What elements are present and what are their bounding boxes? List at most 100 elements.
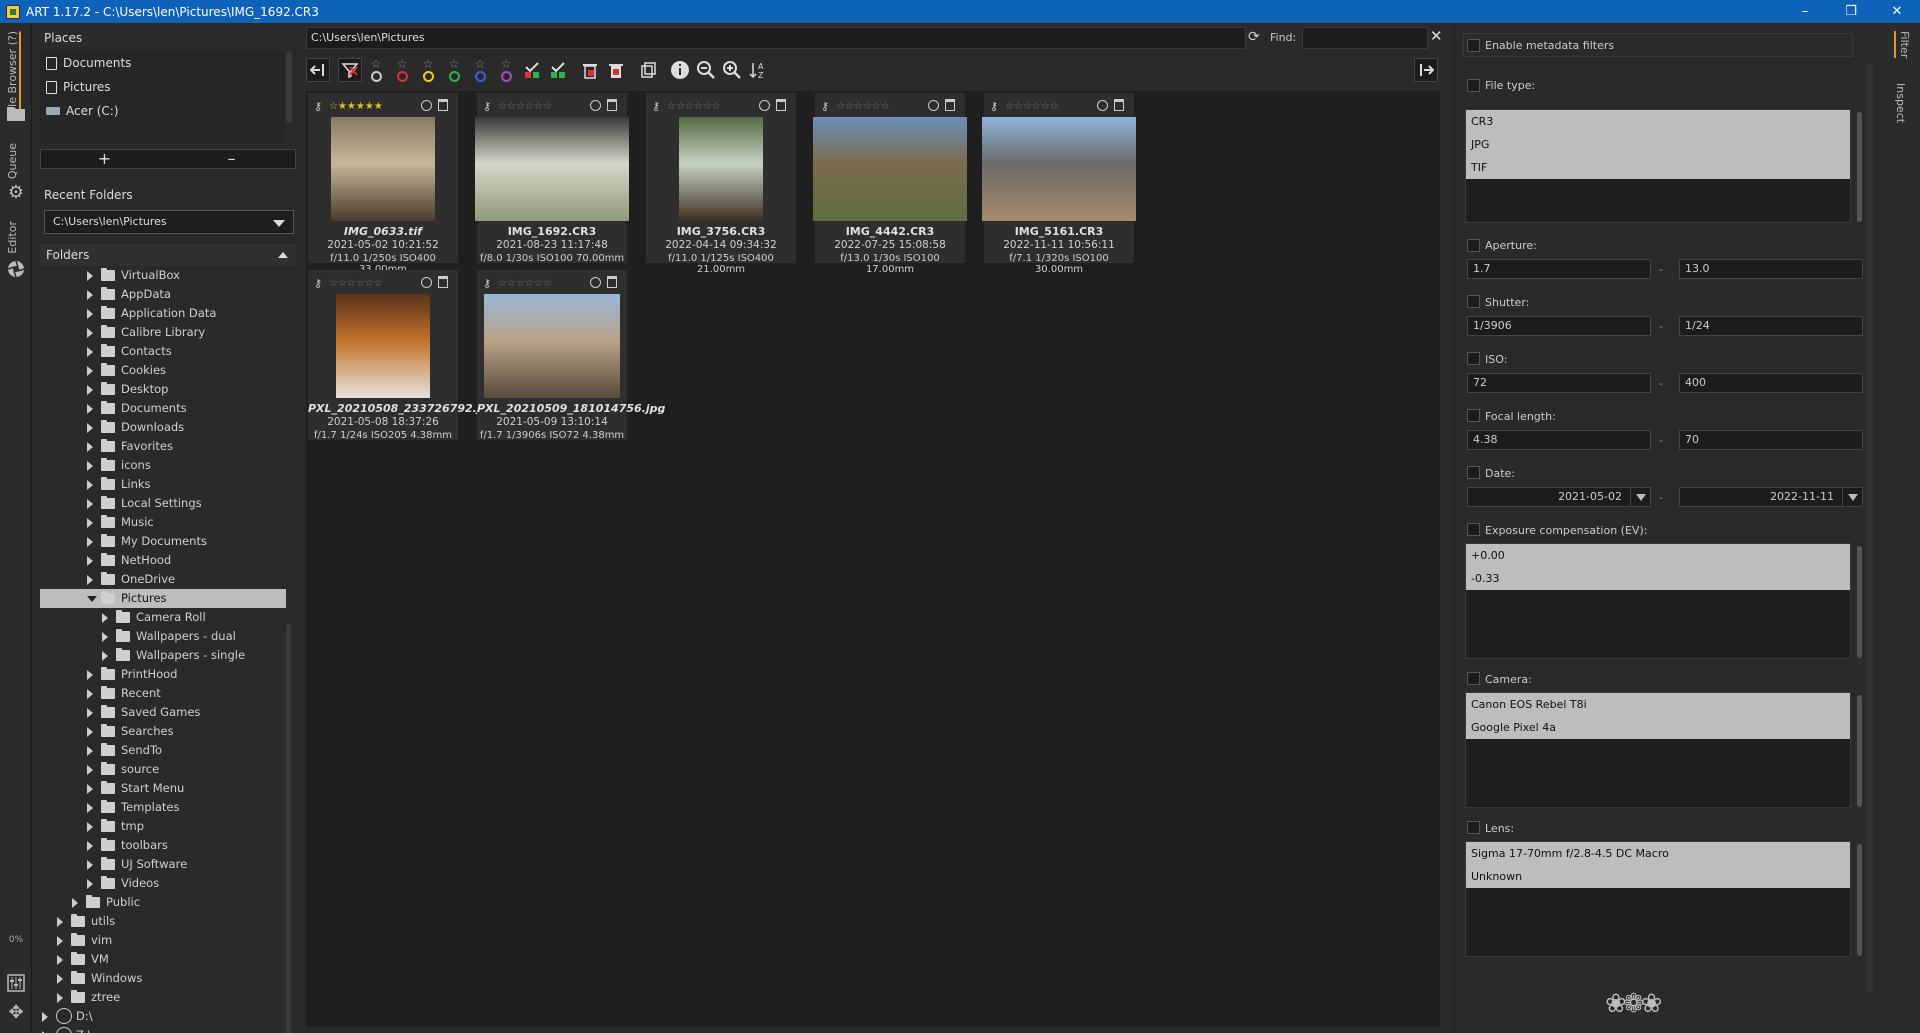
expand-arrow-icon[interactable] [87, 727, 93, 737]
expand-arrow-icon[interactable] [57, 917, 63, 927]
color-label-icon[interactable] [1097, 100, 1108, 111]
edit-state-icon[interactable]: ⚷ [483, 278, 494, 289]
folder-tree-item[interactable]: tmp [40, 817, 286, 836]
iso-min-input[interactable]: 72 [1467, 373, 1651, 393]
date-checkbox[interactable] [1467, 466, 1480, 479]
expand-arrow-icon[interactable] [87, 765, 93, 775]
folder-tree-item[interactable]: D:\ [40, 1007, 286, 1026]
expand-arrow-icon[interactable] [102, 651, 108, 661]
expand-arrow-icon[interactable] [87, 461, 93, 471]
ev-checkbox[interactable] [1467, 523, 1480, 536]
shutter-checkbox[interactable] [1467, 295, 1480, 308]
thumbnail-card[interactable]: ⚷ ☆☆☆☆☆☆ IMG_4442.CR3 2022-07-25 15:08:58 f/… [813, 93, 967, 275]
folder-tree-item[interactable]: Wallpapers - dual [40, 627, 286, 646]
folder-tree-item[interactable]: ztree [40, 988, 286, 1007]
expand-arrow-icon[interactable] [87, 575, 93, 585]
trash-icon[interactable] [607, 276, 617, 288]
hide-right-panel-icon[interactable] [1414, 58, 1438, 82]
expand-arrow-icon[interactable] [87, 803, 93, 813]
tab-inspect[interactable]: Inspect [1894, 83, 1907, 123]
thumbnail-card[interactable]: ⚷ ☆★★★★★ IMG_0633.tif 2021-05-02 10:21:52 f/… [308, 93, 458, 275]
expand-arrow-icon[interactable] [87, 860, 93, 870]
move-icon[interactable]: ✥ [6, 1003, 26, 1023]
expand-arrow-icon[interactable] [102, 632, 108, 642]
expand-arrow-icon[interactable] [87, 480, 93, 490]
folder-tree-item[interactable]: Start Menu [40, 779, 286, 798]
color-label-icon[interactable] [590, 100, 601, 111]
unrated-filter-icon[interactable] [338, 58, 362, 82]
remove-place-button[interactable]: – [168, 150, 295, 168]
list-item[interactable]: Canon EOS Rebel T8i [1466, 693, 1850, 716]
expand-arrow-icon[interactable] [87, 670, 93, 680]
thumbnail-image[interactable] [331, 117, 435, 221]
aperture-min-input[interactable]: 1.7 [1467, 259, 1651, 279]
folder-tree-item[interactable]: Templates [40, 798, 286, 817]
rating-stars-icon[interactable]: ☆☆☆☆☆☆ [667, 101, 721, 112]
add-place-button[interactable]: + [41, 150, 168, 168]
folder-tree-item[interactable]: Contacts [40, 342, 286, 361]
expand-arrow-icon[interactable] [102, 613, 108, 623]
saved-filter-icon[interactable] [546, 58, 570, 82]
expand-arrow-icon[interactable] [87, 879, 93, 889]
folder-tree-item[interactable]: Saved Games [40, 703, 286, 722]
chevron-down-icon[interactable] [1630, 488, 1650, 506]
expand-arrow-icon[interactable] [87, 746, 93, 756]
recent-folders-combo[interactable]: C:\Users\len\Pictures [44, 210, 294, 234]
lens-checkbox[interactable] [1467, 821, 1480, 834]
edit-state-icon[interactable]: ⚷ [821, 101, 832, 112]
edited-filter-icon[interactable] [520, 58, 544, 82]
expand-arrow-icon[interactable] [57, 993, 63, 1003]
rating-stars-icon[interactable]: ☆☆☆☆☆☆ [498, 101, 552, 112]
folder-tree-item[interactable]: Pictures [40, 589, 286, 608]
camera-checkbox[interactable] [1467, 672, 1480, 685]
thumbnail-card[interactable]: ⚷ ☆☆☆☆☆☆ IMG_3756.CR3 2022-04-14 09:34:32 f/… [646, 93, 796, 275]
rating-stars-icon[interactable]: ☆☆☆☆☆☆ [1005, 101, 1059, 112]
folder-tree-item[interactable]: Windows [40, 969, 286, 988]
focal-max-input[interactable]: 70 [1679, 430, 1863, 450]
folders-header[interactable]: Folders [40, 244, 296, 266]
place-pictures[interactable]: Pictures [40, 75, 284, 99]
folder-tree-item[interactable]: My Documents [40, 532, 286, 551]
thumbnail-card[interactable]: ⚷ ☆☆☆☆☆☆ PXL_20210508_233726792.jpg 2021-05… [308, 270, 496, 441]
expand-arrow-icon[interactable] [87, 423, 93, 433]
zoom-out-icon[interactable] [694, 58, 718, 82]
edit-state-icon[interactable]: ⚷ [314, 278, 325, 289]
folder-tree-item[interactable]: Application Data [40, 304, 286, 323]
expand-arrow-icon[interactable] [87, 347, 93, 357]
rating-stars-icon[interactable]: ☆☆☆☆☆☆ [836, 101, 890, 112]
folder-tree-item[interactable]: Links [40, 475, 286, 494]
expand-arrow-icon[interactable] [87, 290, 93, 300]
maximize-button[interactable]: ❐ [1828, 0, 1874, 23]
expand-arrow-icon[interactable] [87, 841, 93, 851]
minimize-button[interactable]: – [1782, 0, 1828, 23]
close-button[interactable]: ✕ [1874, 0, 1920, 23]
sliders-icon[interactable] [6, 973, 26, 993]
folder-tree-item[interactable]: Desktop [40, 380, 286, 399]
thumbnail-card[interactable]: ⚷ ☆☆☆☆☆☆ IMG_5161.CR3 2022-11-11 10:56:11 f/… [982, 93, 1136, 275]
close-find-icon[interactable]: ✕ [1430, 27, 1443, 45]
place-documents[interactable]: Documents [40, 51, 284, 75]
shutter-min-input[interactable]: 1/3906 [1467, 316, 1651, 336]
expand-arrow-icon[interactable] [87, 385, 93, 395]
trash-icon[interactable] [1114, 99, 1124, 111]
aperture-icon[interactable] [6, 259, 26, 279]
rating-stars-icon[interactable]: ☆★★★★★ [329, 101, 383, 112]
folder-tree-item[interactable]: AppData [40, 285, 286, 304]
folder-tree-item[interactable]: SendTo [40, 741, 286, 760]
expand-arrow-icon[interactable] [87, 708, 93, 718]
trash-show-icon[interactable] [604, 58, 628, 82]
iso-checkbox[interactable] [1467, 352, 1480, 365]
rating-stars-icon[interactable]: ☆☆☆☆☆☆ [329, 278, 383, 289]
edit-state-icon[interactable]: ⚷ [483, 101, 494, 112]
folder-tree-item[interactable]: icons [40, 456, 286, 475]
trash-filter-icon[interactable] [578, 58, 602, 82]
trash-icon[interactable] [438, 99, 448, 111]
expand-arrow-icon[interactable] [87, 271, 93, 281]
folder-tree-item[interactable]: VirtualBox [40, 266, 286, 285]
folder-tree-item[interactable]: Recent [40, 684, 286, 703]
file-type-checkbox[interactable] [1467, 79, 1480, 92]
list-item[interactable]: Sigma 17-70mm f/2.8-4.5 DC Macro [1466, 842, 1850, 865]
find-input[interactable] [1302, 27, 1428, 49]
edit-state-icon[interactable]: ⚷ [314, 101, 325, 112]
tab-queue[interactable]: Queue [6, 143, 19, 179]
